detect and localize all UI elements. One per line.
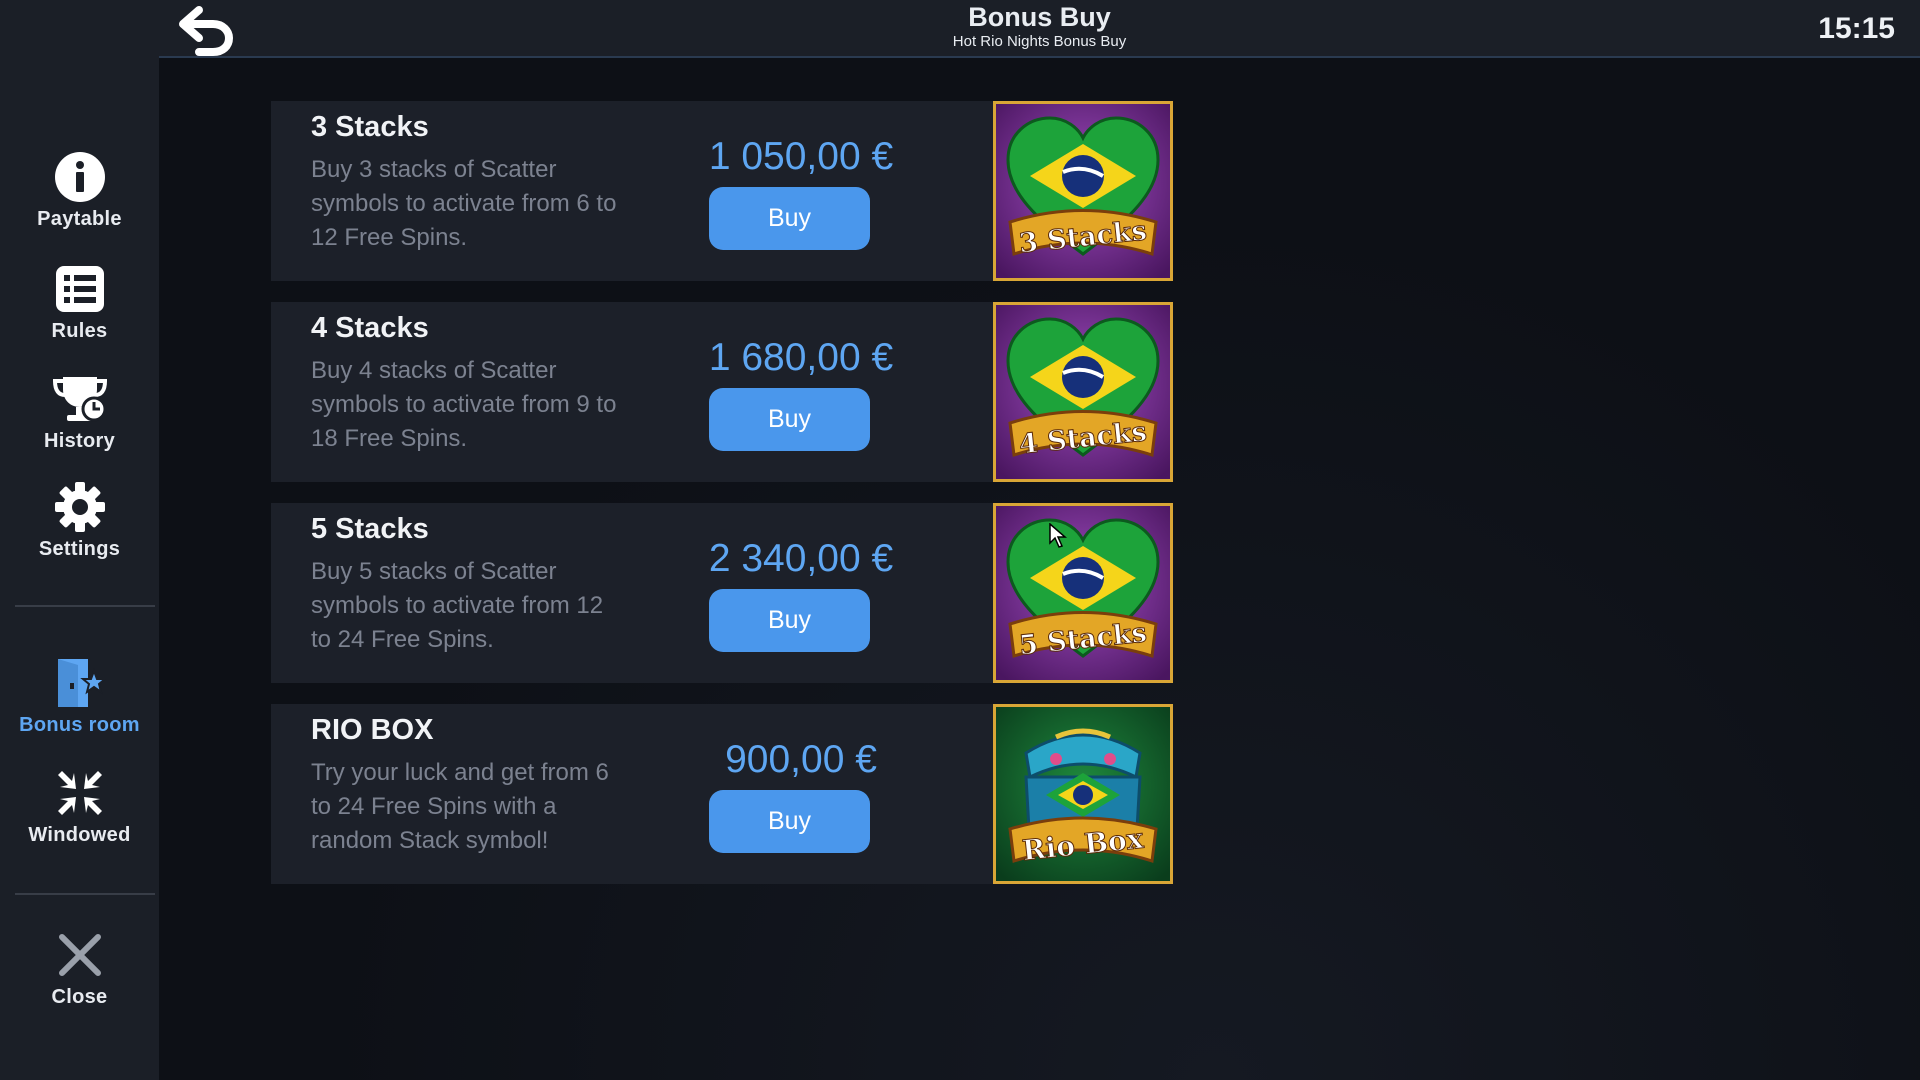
rio-box-image[interactable]: Rio Box <box>993 704 1173 884</box>
heart-flag-image[interactable]: 3 Stacks <box>993 101 1173 281</box>
door-star-icon <box>53 656 107 710</box>
offer-card-5-stacks: 5 Stacks Buy 5 stacks of Scatter symbols… <box>271 503 1173 683</box>
sidebar: Paytable Rules History Settings Bonus ro… <box>0 0 159 1080</box>
offer-title: 4 Stacks <box>311 312 429 344</box>
sidebar-item-bonus-room[interactable]: Bonus room <box>0 656 159 737</box>
heart-flag-image[interactable]: 5 Stacks <box>993 503 1173 683</box>
sidebar-item-settings[interactable]: Settings <box>0 480 159 561</box>
offer-price: 2 340,00 € <box>708 537 894 580</box>
minimize-icon <box>53 766 107 820</box>
sidebar-item-label: Bonus room <box>19 714 140 736</box>
heart-flag-icon: 5 Stacks <box>996 506 1170 680</box>
info-icon <box>53 150 107 204</box>
main-content: 3 Stacks Buy 3 stacks of Scatter symbols… <box>159 60 1920 1080</box>
offer-title: RIO BOX <box>311 714 434 746</box>
header-bar: Bonus Buy Hot Rio Nights Bonus Buy 15:15 <box>159 0 1920 58</box>
offer-description: Buy 4 stacks of Scatter symbols to activ… <box>311 357 617 452</box>
trophy-clock-icon <box>52 372 107 426</box>
offer-title: 3 Stacks <box>311 111 429 143</box>
offer-price: 1 680,00 € <box>708 336 894 379</box>
sidebar-item-label: History <box>43 430 115 452</box>
mouse-cursor-icon <box>1049 522 1068 549</box>
sidebar-item-label: Settings <box>38 538 121 560</box>
offer-title: 5 Stacks <box>311 513 429 545</box>
clock: 15:15 <box>1818 12 1895 45</box>
sidebar-item-windowed[interactable]: Windowed <box>0 766 159 847</box>
heart-flag-icon: 4 Stacks <box>996 305 1170 479</box>
title-group: Bonus Buy Hot Rio Nights Bonus Buy <box>159 2 1920 51</box>
offer-price: 900,00 € <box>725 738 877 781</box>
sidebar-item-close[interactable]: Close <box>0 928 159 1009</box>
sidebar-item-label: Close <box>51 986 108 1008</box>
offer-description: Buy 3 stacks of Scatter symbols to activ… <box>311 156 617 251</box>
sidebar-item-history[interactable]: History <box>0 372 159 453</box>
page-subtitle: Hot Rio Nights Bonus Buy <box>952 33 1127 50</box>
buy-button[interactable]: Buy <box>709 790 870 853</box>
gear-icon <box>53 480 107 534</box>
treasure-box-icon: Rio Box <box>996 707 1170 881</box>
sidebar-item-rules[interactable]: Rules <box>0 262 159 343</box>
offer-card-rio-box: RIO BOX Try your luck and get from 6 to … <box>271 704 1173 884</box>
buy-button[interactable]: Buy <box>709 388 870 451</box>
sidebar-divider <box>15 893 155 895</box>
heart-flag-image[interactable]: 4 Stacks <box>993 302 1173 482</box>
heart-flag-icon: 3 Stacks <box>996 104 1170 278</box>
close-icon <box>53 928 107 982</box>
offer-description: Try your luck and get from 6 to 24 Free … <box>311 759 609 854</box>
page-title: Bonus Buy <box>968 2 1111 32</box>
sidebar-item-label: Paytable <box>37 208 122 230</box>
offer-price: 1 050,00 € <box>708 135 894 178</box>
sidebar-item-label: Windowed <box>28 824 131 846</box>
sidebar-item-label: Rules <box>51 320 108 342</box>
list-icon <box>53 262 107 316</box>
offer-card-4-stacks: 4 Stacks Buy 4 stacks of Scatter symbols… <box>271 302 1173 482</box>
offer-description: Buy 5 stacks of Scatter symbols to activ… <box>311 558 604 653</box>
sidebar-divider <box>15 605 155 607</box>
buy-button[interactable]: Buy <box>709 589 870 652</box>
sidebar-item-paytable[interactable]: Paytable <box>0 150 159 231</box>
buy-button[interactable]: Buy <box>709 187 870 250</box>
offer-card-3-stacks: 3 Stacks Buy 3 stacks of Scatter symbols… <box>271 101 1173 281</box>
